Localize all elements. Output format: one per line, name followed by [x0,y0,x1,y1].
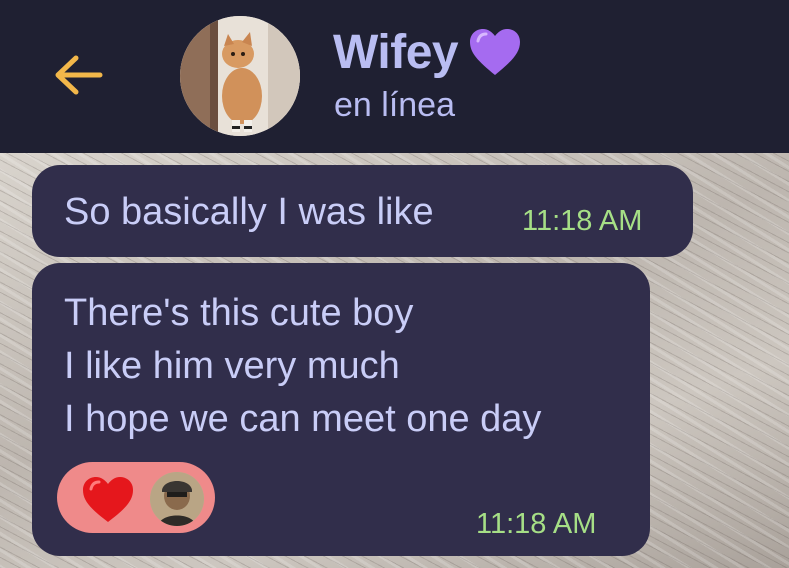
message-line: I like him very much [64,345,400,387]
message-line: I hope we can meet one day [64,398,542,440]
message-timestamp: 11:18 AM [476,508,597,540]
back-button[interactable] [52,52,104,98]
red-heart-icon [83,477,133,522]
cat-photo-icon [180,16,300,136]
contact-name-row[interactable]: Wifey [333,22,522,82]
reactor-avatar[interactable] [150,472,204,526]
purple-heart-icon [470,29,521,75]
message-timestamp: 11:18 AM [522,205,643,237]
back-arrow-icon [55,55,103,95]
contact-name: Wifey [333,25,459,79]
contact-avatar[interactable] [180,16,300,136]
message-text: So basically I was like [64,191,434,233]
contact-status: en línea [334,86,455,124]
person-photo-icon [150,472,204,526]
message-line: There's this cute boy [64,292,414,334]
chat-header: Wifey en línea [0,0,789,153]
